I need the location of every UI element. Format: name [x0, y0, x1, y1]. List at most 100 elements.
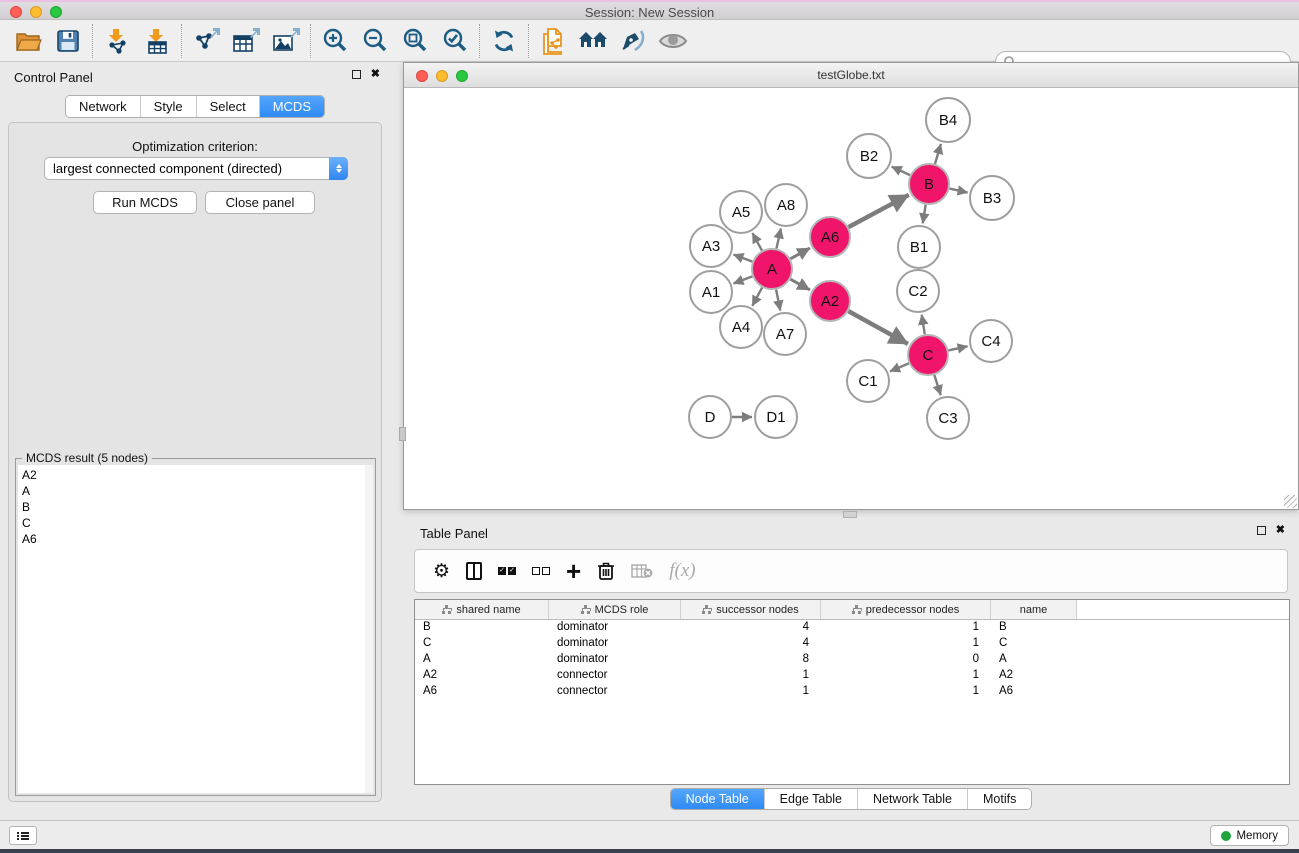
graph-node-label-A4: A4: [732, 319, 750, 336]
graphics-details-icon[interactable]: [613, 23, 653, 59]
delete-table-icon[interactable]: [631, 557, 653, 585]
table-toolbar: ⚙ ✓✓ + f(x): [414, 549, 1288, 593]
column-selector-icon[interactable]: [466, 557, 482, 585]
column-header-shared-name[interactable]: shared name: [415, 600, 549, 619]
graph-edge-B-B1[interactable]: [923, 205, 926, 224]
graph-node-label-A5: A5: [732, 204, 750, 221]
mcds-result-group: MCDS result (5 nodes) A2ABCA6: [15, 458, 376, 796]
graph-node-label-B2: B2: [860, 148, 878, 165]
graph-edge-A-A1[interactable]: [733, 276, 752, 283]
column-header-successor-nodes[interactable]: successor nodes: [681, 600, 821, 619]
delete-row-icon[interactable]: [597, 557, 615, 585]
network-canvas[interactable]: B4B2BB3A5A8A6A3B1AA1C2A2A4A7C4CC1C3DD1: [404, 88, 1298, 509]
close-panel-icon[interactable]: ✖: [371, 70, 380, 79]
graph-node-label-A1: A1: [702, 284, 720, 301]
table-header-row: shared nameMCDS rolesuccessor nodesprede…: [415, 600, 1289, 620]
table-row[interactable]: Adominator80A: [415, 652, 1289, 668]
result-item[interactable]: A2: [22, 467, 365, 483]
mcds-result-list[interactable]: A2ABCA6: [18, 465, 365, 793]
close-panel-button[interactable]: Close panel: [205, 191, 315, 214]
toolbar-separator: [310, 24, 311, 58]
zoom-fit-icon[interactable]: [395, 23, 435, 59]
graph-node-label-A7: A7: [776, 326, 794, 343]
graph-edge-B-B2[interactable]: [892, 167, 910, 176]
zoom-out-icon[interactable]: [355, 23, 395, 59]
column-header-MCDS-role[interactable]: MCDS role: [549, 600, 681, 619]
open-file-icon[interactable]: [8, 23, 48, 59]
table-row[interactable]: A2connector11A2: [415, 668, 1289, 684]
graph-edge-C-C1[interactable]: [890, 363, 909, 371]
run-mcds-button[interactable]: Run MCDS: [93, 191, 197, 214]
result-item[interactable]: A6: [22, 531, 365, 547]
result-item[interactable]: A: [22, 483, 365, 499]
graph-edge-A-A6[interactable]: [790, 248, 809, 259]
graph-node-label-A3: A3: [702, 238, 720, 255]
tab-mcds[interactable]: MCDS: [259, 96, 324, 117]
tab-network[interactable]: Network: [66, 96, 140, 117]
table-settings-icon[interactable]: ⚙: [433, 557, 450, 585]
export-network-icon[interactable]: [186, 23, 226, 59]
export-table-icon[interactable]: [226, 23, 266, 59]
float-table-panel-icon[interactable]: [1257, 526, 1266, 535]
zoom-in-icon[interactable]: [315, 23, 355, 59]
tab-select[interactable]: Select: [196, 96, 259, 117]
import-network-icon[interactable]: [97, 23, 137, 59]
graph-edge-A-A8[interactable]: [776, 228, 780, 248]
graph-edge-A6-B[interactable]: [849, 195, 909, 227]
deselect-all-icon[interactable]: [532, 557, 550, 585]
memory-status-icon: [1221, 831, 1231, 841]
tab-network-table[interactable]: Network Table: [857, 789, 967, 809]
table-row[interactable]: Bdominator41B: [415, 620, 1289, 636]
graph-edge-A-A5[interactable]: [752, 233, 762, 250]
zoom-selected-icon[interactable]: [435, 23, 475, 59]
add-row-icon[interactable]: +: [566, 557, 581, 585]
table-row[interactable]: Cdominator41C: [415, 636, 1289, 652]
function-builder-icon[interactable]: f(x): [669, 557, 695, 585]
graph-edge-A-A7[interactable]: [776, 290, 780, 311]
graph-edge-C-C4[interactable]: [948, 346, 967, 350]
optimization-criterion-select[interactable]: largest connected component (directed): [44, 157, 348, 180]
graph-edge-B-B4[interactable]: [935, 144, 941, 164]
table-row[interactable]: A6connector11A6: [415, 684, 1289, 700]
column-header-predecessor-nodes[interactable]: predecessor nodes: [821, 600, 991, 619]
save-session-icon[interactable]: [48, 23, 88, 59]
graph-edge-C-C2[interactable]: [922, 315, 925, 335]
network-window-titlebar[interactable]: testGlobe.txt: [404, 63, 1298, 88]
control-panel-tabs: NetworkStyleSelectMCDS: [0, 95, 390, 118]
result-item[interactable]: B: [22, 499, 365, 515]
status-bar: Memory: [0, 820, 1299, 849]
float-panel-icon[interactable]: [352, 70, 361, 79]
export-image-icon[interactable]: [266, 23, 306, 59]
toolbar-separator: [92, 24, 93, 58]
vertical-splitter-handle[interactable]: [399, 427, 406, 441]
table-panel-tabs: Node TableEdge TableNetwork TableMotifs: [403, 788, 1299, 810]
graph-edge-A-A2[interactable]: [790, 279, 809, 290]
import-table-icon[interactable]: [137, 23, 177, 59]
memory-button[interactable]: Memory: [1210, 825, 1289, 846]
table-panel-title: Table Panel: [420, 526, 488, 541]
result-scrollbar[interactable]: [365, 465, 373, 793]
graph-edge-A2-C[interactable]: [848, 311, 907, 344]
tab-motifs[interactable]: Motifs: [967, 789, 1031, 809]
result-item[interactable]: C: [22, 515, 365, 531]
title-bar: Session: New Session: [0, 0, 1299, 20]
first-neighbors-icon[interactable]: [533, 23, 573, 59]
tab-style[interactable]: Style: [140, 96, 196, 117]
graph-edge-B-B3[interactable]: [949, 189, 967, 193]
refresh-view-icon[interactable]: [484, 23, 524, 59]
horizontal-splitter-handle[interactable]: [843, 511, 857, 518]
browser-home-icon[interactable]: [573, 23, 613, 59]
window-resize-grip[interactable]: [1284, 495, 1297, 508]
tab-node-table[interactable]: Node Table: [671, 789, 764, 809]
select-all-icon[interactable]: ✓✓: [498, 557, 516, 585]
column-header-name[interactable]: name: [991, 600, 1077, 619]
graph-edge-A-A3[interactable]: [733, 254, 752, 261]
task-history-button[interactable]: [9, 826, 37, 845]
optimization-criterion-value: largest connected component (directed): [45, 161, 329, 176]
graph-edge-C-C3[interactable]: [934, 375, 940, 395]
node-table[interactable]: shared nameMCDS rolesuccessor nodesprede…: [414, 599, 1290, 785]
close-table-panel-icon[interactable]: ✖: [1276, 526, 1285, 535]
graph-edge-A-A4[interactable]: [752, 288, 762, 306]
show-hide-icon[interactable]: [653, 23, 693, 59]
tab-edge-table[interactable]: Edge Table: [764, 789, 857, 809]
